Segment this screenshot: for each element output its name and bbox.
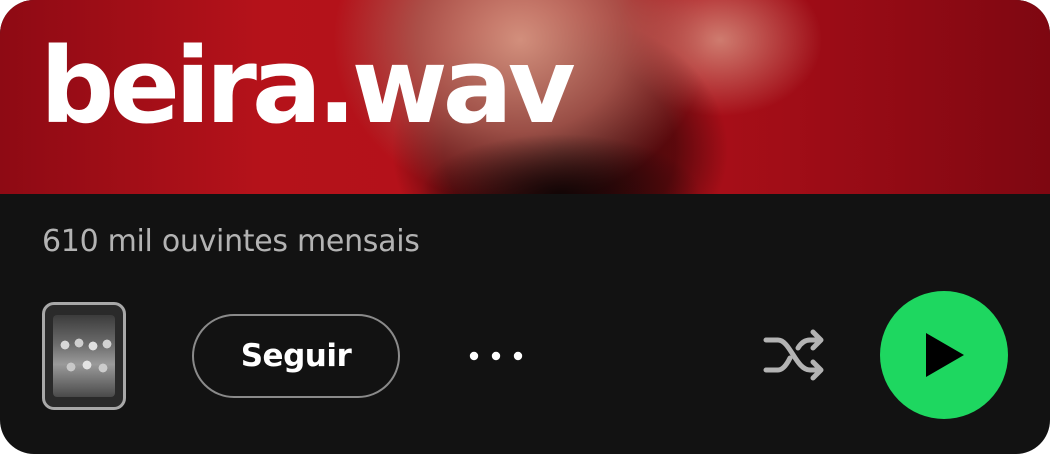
shuffle-icon — [763, 329, 824, 381]
play-button[interactable] — [880, 291, 1008, 419]
artist-card: beira.wav 610 mil ouvintes mensais Segui… — [0, 0, 1050, 454]
artist-header-image: beira.wav — [0, 0, 1050, 194]
monthly-listeners: 610 mil ouvintes mensais — [42, 224, 420, 259]
album-cover-image — [53, 315, 115, 397]
more-horizontal-icon — [469, 351, 523, 361]
shuffle-button[interactable] — [760, 324, 830, 386]
artist-name: beira.wav — [40, 25, 576, 147]
more-options-button[interactable] — [462, 326, 530, 386]
follow-button[interactable]: Seguir — [192, 314, 400, 398]
album-thumbnail[interactable] — [42, 302, 126, 410]
play-icon — [926, 333, 964, 377]
